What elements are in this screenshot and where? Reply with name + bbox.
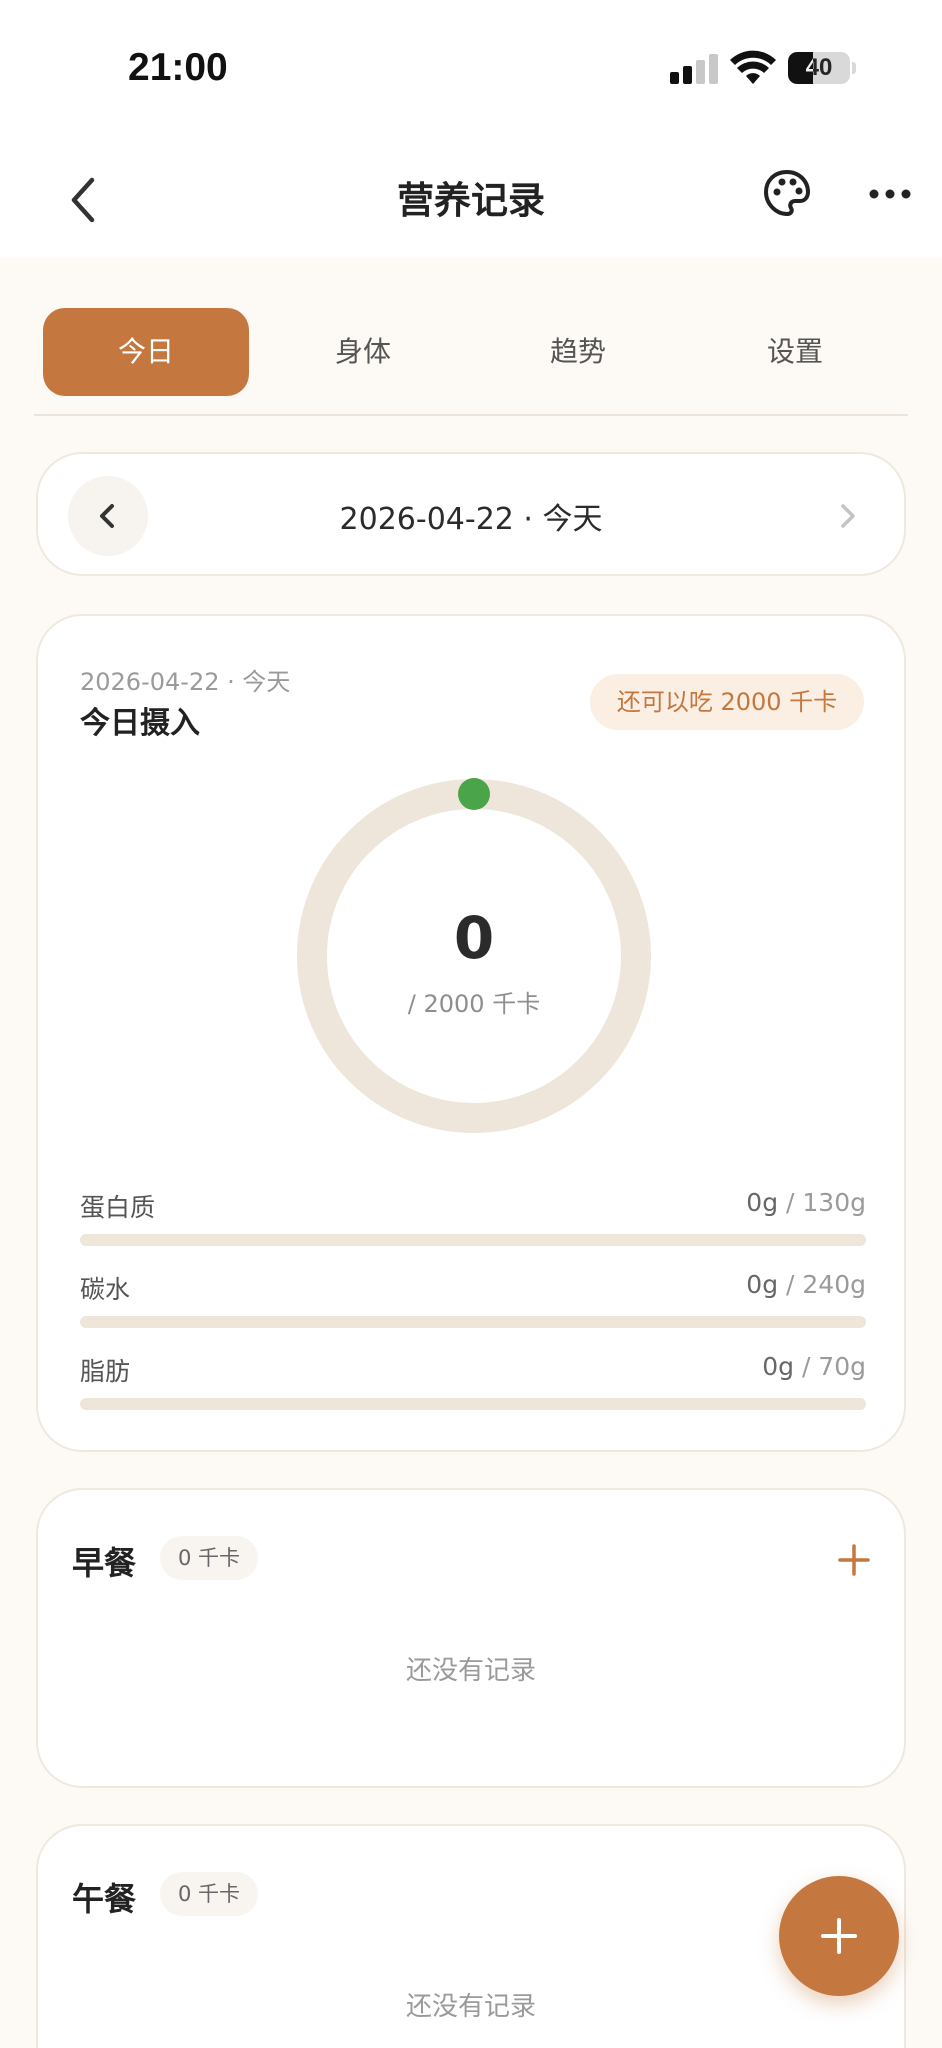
- battery-tip: [852, 62, 856, 74]
- chevron-right-icon[interactable]: [828, 494, 868, 538]
- macro-carbs: 碳水 0g / 240g: [80, 1270, 866, 1340]
- macro-protein: 蛋白质 0g / 130g: [80, 1188, 866, 1258]
- calorie-ring-indicator: [458, 778, 490, 810]
- macro-name: 脂肪: [80, 1357, 131, 1386]
- macro-name: 蛋白质: [80, 1193, 156, 1222]
- macro-value: 0g / 130g: [746, 1188, 866, 1217]
- battery-icon: 40: [788, 52, 850, 84]
- tab-settings[interactable]: 设置: [692, 308, 898, 396]
- meal-card-breakfast: 早餐 0 千卡 还没有记录: [36, 1488, 906, 1788]
- status-time: 21:00: [128, 46, 228, 89]
- status-bar: 21:00 40: [0, 0, 942, 140]
- macro-progress-bar: [80, 1398, 866, 1410]
- add-breakfast-icon[interactable]: [834, 1540, 874, 1580]
- intake-title: 今日摄入: [80, 706, 200, 741]
- current-date: 2026-04-22 · 今天: [339, 502, 603, 537]
- battery-level: 40: [805, 54, 833, 81]
- tab-bar: 今日 身体 趋势 设置: [34, 308, 908, 416]
- meal-name: 午餐: [72, 1880, 137, 1918]
- remaining-calories-badge: 还可以吃 2000 千卡: [590, 674, 864, 730]
- plus-icon: [821, 1918, 857, 1954]
- tab-trends[interactable]: 趋势: [475, 308, 681, 396]
- cellular-signal-icon: [670, 54, 718, 84]
- meal-name: 早餐: [72, 1544, 137, 1582]
- macro-progress-bar: [80, 1316, 866, 1328]
- meal-card-lunch: 午餐 0 千卡 还没有记录: [36, 1824, 906, 2048]
- more-icon[interactable]: [868, 184, 912, 204]
- macro-value: 0g / 70g: [762, 1352, 866, 1381]
- intake-date: 2026-04-22 · 今天: [80, 668, 291, 696]
- empty-state-text: 还没有记录: [405, 1992, 536, 2022]
- date-selector: 2026-04-22 · 今天: [36, 452, 906, 576]
- meal-calories-badge: 0 千卡: [160, 1872, 259, 1916]
- tab-today[interactable]: 今日: [43, 308, 249, 396]
- add-food-button[interactable]: [779, 1876, 899, 1996]
- empty-state-text: 还没有记录: [405, 1656, 536, 1686]
- calories-goal: / 2000 千卡: [407, 990, 541, 1018]
- meal-calories-badge: 0 千卡: [160, 1536, 259, 1580]
- intake-card: 2026-04-22 · 今天 今日摄入 还可以吃 2000 千卡 0 / 20…: [36, 614, 906, 1452]
- palette-icon[interactable]: [762, 168, 812, 218]
- tab-body[interactable]: 身体: [260, 308, 466, 396]
- nav-bar: 营养记录: [0, 140, 942, 258]
- calories-consumed: 0: [453, 904, 495, 972]
- macro-progress-bar: [80, 1234, 866, 1246]
- wifi-icon: [730, 50, 776, 84]
- macro-fat: 脂肪 0g / 70g: [80, 1352, 866, 1422]
- macro-value: 0g / 240g: [746, 1270, 866, 1299]
- macro-name: 碳水: [80, 1275, 131, 1304]
